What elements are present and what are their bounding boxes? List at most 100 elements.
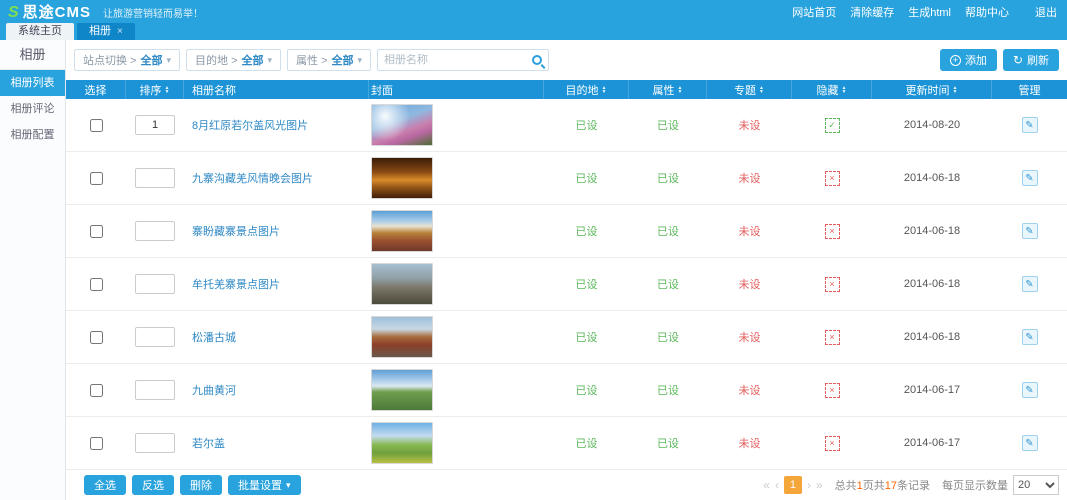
row-checkbox[interactable] xyxy=(90,172,103,185)
hidden-status-icon[interactable]: ✓ xyxy=(825,118,840,133)
chevron-down-icon xyxy=(286,479,291,491)
table-row: 若尔盖 已设 已设 未设 × 2014-06-17 xyxy=(66,417,1067,470)
hidden-status-icon[interactable]: × xyxy=(825,277,840,292)
column-header-manage: 管理 xyxy=(992,80,1067,99)
hidden-status-icon[interactable]: × xyxy=(825,436,840,451)
attribute-status: 已设 xyxy=(629,205,707,257)
sidebar-item-album-list[interactable]: 相册列表 xyxy=(0,70,65,96)
topic-status: 未设 xyxy=(707,152,792,204)
filter-site-switch[interactable]: 站点切换 > 全部 xyxy=(74,49,180,71)
column-header-order[interactable]: 排序 xyxy=(126,80,184,99)
order-input[interactable] xyxy=(135,274,175,294)
row-checkbox[interactable] xyxy=(90,331,103,344)
album-name-link[interactable]: 九曲黄河 xyxy=(192,382,236,398)
column-header-label: 目的地 xyxy=(566,82,599,98)
link-clear-cache[interactable]: 清除缓存 xyxy=(850,4,894,20)
column-header-hidden[interactable]: 隐藏 xyxy=(792,80,872,99)
row-checkbox[interactable] xyxy=(90,278,103,291)
sidebar-item-album-comments[interactable]: 相册评论 xyxy=(0,96,65,122)
current-page-button[interactable]: 1 xyxy=(784,476,802,494)
link-generate-html[interactable]: 生成html xyxy=(908,4,951,20)
album-name-link[interactable]: 牟托羌寨景点图片 xyxy=(192,276,280,292)
search-icon[interactable] xyxy=(532,55,542,65)
record-summary: 总共1页共17条记录 xyxy=(835,477,930,493)
column-header-label: 更新时间 xyxy=(906,82,950,98)
per-page-select[interactable]: 20 xyxy=(1013,475,1059,495)
prev-page-button[interactable]: ‹ xyxy=(775,478,779,492)
add-button[interactable]: 添加 xyxy=(940,49,997,71)
column-header-topic[interactable]: 专题 xyxy=(707,80,792,99)
column-header-destination[interactable]: 目的地 xyxy=(544,80,629,99)
attribute-status: 已设 xyxy=(629,258,707,310)
sort-icon[interactable] xyxy=(165,86,170,94)
album-name-link[interactable]: 九寨沟藏羌风情晚会图片 xyxy=(192,170,313,186)
plus-icon xyxy=(950,55,961,66)
order-input[interactable] xyxy=(135,433,175,453)
order-input[interactable] xyxy=(135,327,175,347)
search-input[interactable] xyxy=(384,54,528,66)
sort-icon[interactable] xyxy=(759,86,764,94)
sort-icon[interactable] xyxy=(953,86,958,94)
edit-icon[interactable] xyxy=(1022,382,1038,398)
sort-icon[interactable] xyxy=(678,86,683,94)
order-input[interactable] xyxy=(135,221,175,241)
tab-album-label: 相册 xyxy=(89,23,111,40)
album-name-link[interactable]: 寨盼藏寨景点图片 xyxy=(192,223,280,239)
updated-date: 2014-08-20 xyxy=(872,99,992,151)
edit-icon[interactable] xyxy=(1022,329,1038,345)
invert-selection-button[interactable]: 反选 xyxy=(132,475,174,495)
hidden-status-icon[interactable]: × xyxy=(825,171,840,186)
album-name-link[interactable]: 松潘古城 xyxy=(192,329,236,345)
cover-image xyxy=(371,422,433,464)
edit-icon[interactable] xyxy=(1022,170,1038,186)
footer-bar: 全选 反选 删除 批量设置 « ‹ 1 › » 总共1页共17条记录 xyxy=(66,470,1067,500)
hidden-status-icon[interactable]: × xyxy=(825,330,840,345)
row-checkbox[interactable] xyxy=(90,225,103,238)
hidden-status-icon[interactable]: × xyxy=(825,224,840,239)
close-icon[interactable]: × xyxy=(117,23,123,40)
pagination-area: « ‹ 1 › » 总共1页共17条记录 每页显示数量 20 xyxy=(763,475,1059,495)
sort-icon[interactable] xyxy=(842,86,847,94)
select-all-button[interactable]: 全选 xyxy=(84,475,126,495)
tab-system-home[interactable]: 系统主页 xyxy=(6,23,74,40)
last-page-button[interactable]: » xyxy=(816,478,823,492)
tab-album[interactable]: 相册 × xyxy=(77,23,135,40)
edit-icon[interactable] xyxy=(1022,276,1038,292)
destination-status: 已设 xyxy=(544,364,629,416)
column-header-updated[interactable]: 更新时间 xyxy=(872,80,992,99)
link-logout[interactable]: 退出 xyxy=(1035,4,1057,20)
order-input[interactable] xyxy=(135,115,175,135)
logo-icon: S xyxy=(8,4,19,22)
sort-icon[interactable] xyxy=(602,86,607,94)
row-checkbox[interactable] xyxy=(90,437,103,450)
column-header-attribute[interactable]: 属性 xyxy=(629,80,707,99)
album-name-link[interactable]: 若尔盖 xyxy=(192,435,225,451)
next-page-button[interactable]: › xyxy=(807,478,811,492)
edit-icon[interactable] xyxy=(1022,223,1038,239)
attribute-status: 已设 xyxy=(629,364,707,416)
album-name-link[interactable]: 8月红原若尔盖风光图片 xyxy=(192,117,308,133)
filter-destination[interactable]: 目的地 > 全部 xyxy=(186,49,281,71)
refresh-button[interactable]: 刷新 xyxy=(1003,49,1059,71)
edit-icon[interactable] xyxy=(1022,117,1038,133)
row-checkbox[interactable] xyxy=(90,384,103,397)
row-checkbox[interactable] xyxy=(90,119,103,132)
filter-attribute[interactable]: 属性 > 全部 xyxy=(287,49,371,71)
link-help-center[interactable]: 帮助中心 xyxy=(965,4,1009,20)
link-site-home[interactable]: 网站首页 xyxy=(792,4,836,20)
first-page-button[interactable]: « xyxy=(763,478,770,492)
order-input[interactable] xyxy=(135,380,175,400)
attribute-status: 已设 xyxy=(629,311,707,363)
topic-status: 未设 xyxy=(707,99,792,151)
topic-status: 未设 xyxy=(707,205,792,257)
sidebar-item-album-config[interactable]: 相册配置 xyxy=(0,122,65,148)
sidebar: 相册 相册列表 相册评论 相册配置 xyxy=(0,40,66,500)
edit-icon[interactable] xyxy=(1022,435,1038,451)
filter-destination-label: 目的地 > xyxy=(195,52,237,68)
hidden-status-icon[interactable]: × xyxy=(825,383,840,398)
delete-button[interactable]: 删除 xyxy=(180,475,222,495)
topic-status: 未设 xyxy=(707,417,792,469)
order-input[interactable] xyxy=(135,168,175,188)
column-header-album-name: 相册名称 xyxy=(184,80,369,99)
batch-settings-button[interactable]: 批量设置 xyxy=(228,475,301,495)
